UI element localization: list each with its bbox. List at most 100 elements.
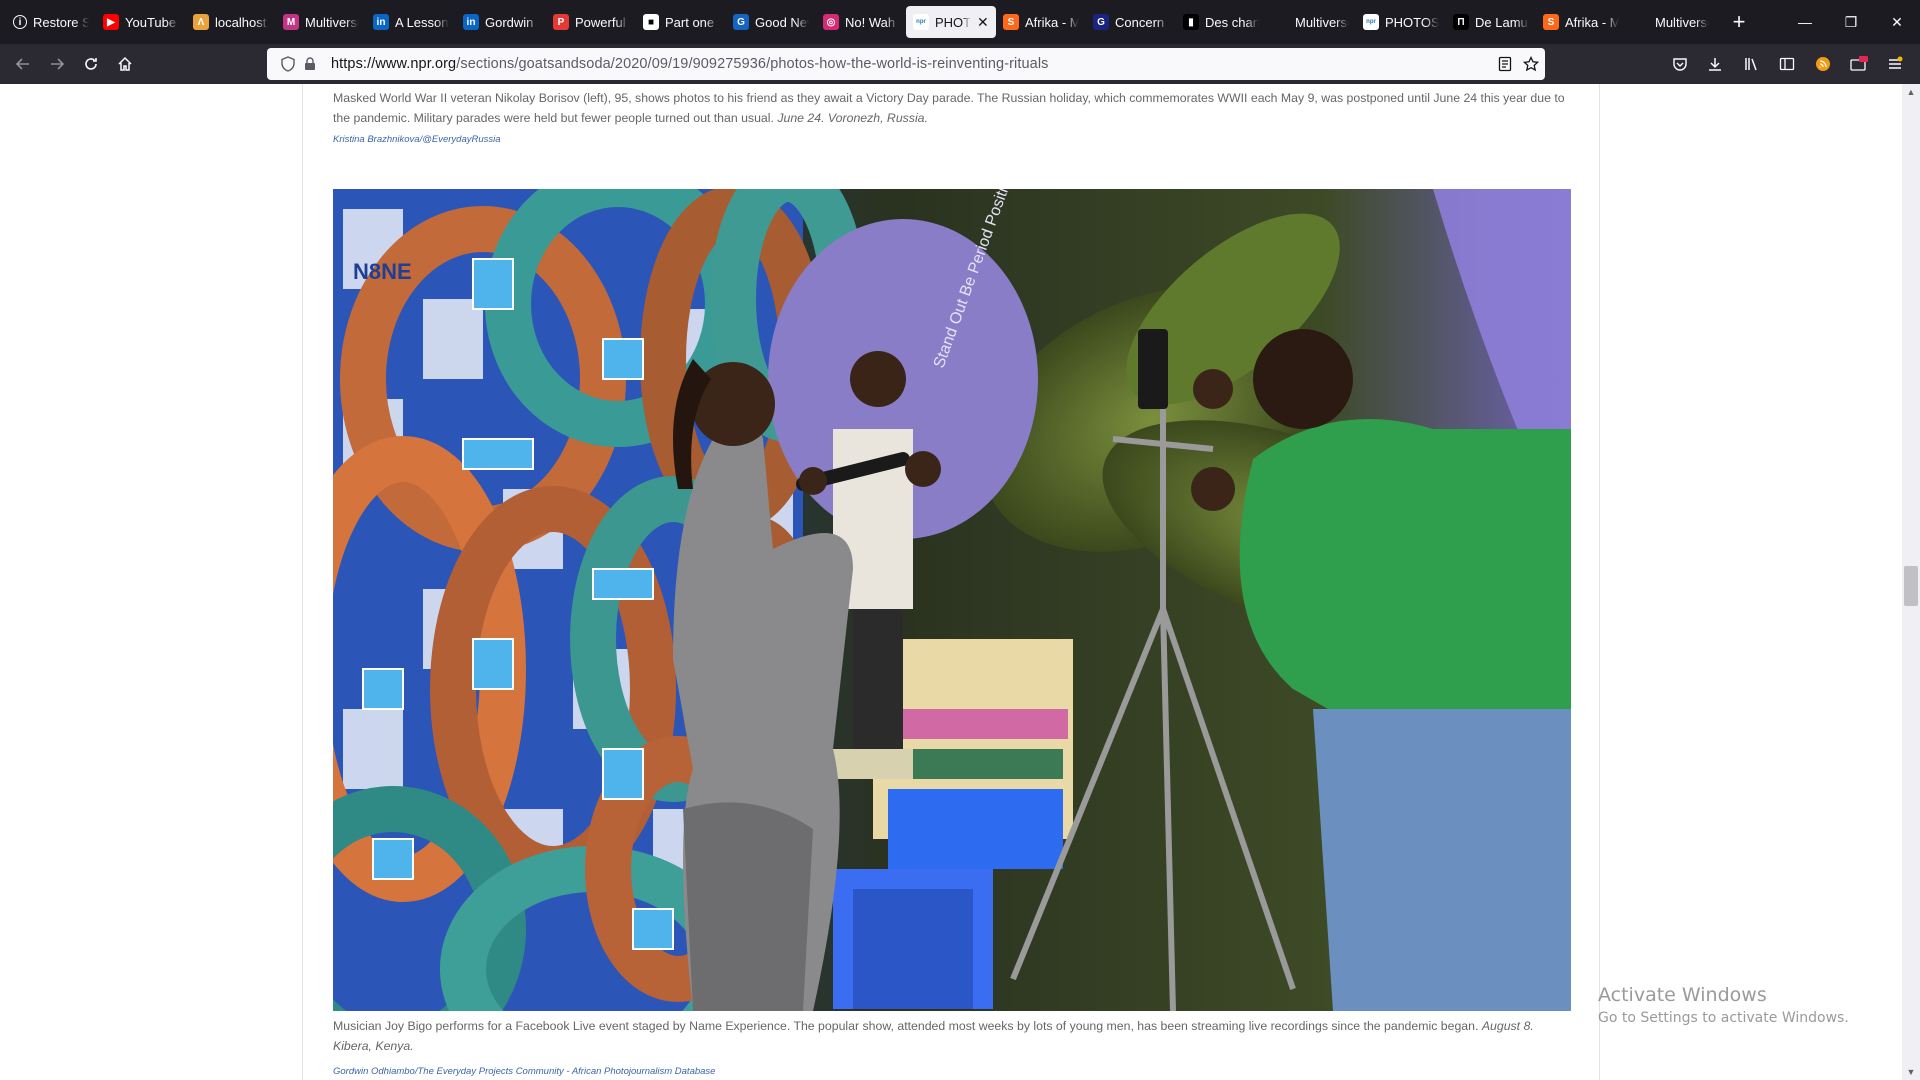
- browser-tab[interactable]: Multiverse b: [1266, 6, 1356, 38]
- browser-tab[interactable]: ▮ Des chan: [1176, 6, 1266, 38]
- tab-label: PHOTOS: [935, 14, 971, 30]
- tab-label: Afrika - M: [1565, 14, 1619, 30]
- rss-extension-icon[interactable]: [1808, 48, 1838, 80]
- restore-button[interactable]: ❐: [1828, 0, 1874, 44]
- browser-tab[interactable]: G Good News: [726, 6, 816, 38]
- photo-caption: Masked World War II veteran Nikolay Bori…: [333, 88, 1573, 128]
- close-window-button[interactable]: ✕: [1874, 0, 1920, 44]
- browser-tab[interactable]: G Concern: [1086, 6, 1176, 38]
- multiverse-icon: M: [283, 14, 299, 30]
- home-button[interactable]: [108, 48, 142, 80]
- watermark-title: Activate Windows: [1598, 984, 1767, 1006]
- powerful-icon: P: [553, 14, 569, 30]
- browser-tab[interactable]: M Multiverse: [276, 6, 366, 38]
- browser-tab[interactable]: i Restore Session: [6, 6, 96, 38]
- tab-label: Multiverse b: [1295, 14, 1349, 30]
- browser-tab[interactable]: npr PHOTOS: [1356, 6, 1446, 38]
- browser-tab[interactable]: in Gordwin: [456, 6, 546, 38]
- reload-icon: [85, 58, 97, 70]
- lock-icon[interactable]: [299, 57, 321, 71]
- concern-icon: G: [1093, 14, 1109, 30]
- browser-tab[interactable]: ▶ YouTube: [96, 6, 186, 38]
- tab-label: localhost: [215, 14, 267, 30]
- tab-label: A Lesson: [395, 14, 449, 30]
- browser-tab[interactable]: S Afrika - M: [1536, 6, 1626, 38]
- medium-icon: ▮: [1183, 14, 1199, 30]
- browser-tab[interactable]: Π De Lamu: [1446, 6, 1536, 38]
- page-icon: ■: [643, 14, 659, 30]
- url-text[interactable]: https://www.npr.org/sections/goatsandsod…: [331, 56, 1049, 72]
- tab-label: Des chan: [1205, 14, 1259, 30]
- downloads-icon[interactable]: [1700, 48, 1730, 80]
- home-icon: [118, 56, 132, 71]
- tab-label: No! Wah: [845, 14, 896, 30]
- app-menu-icon[interactable]: [1880, 48, 1910, 80]
- youtube-icon: ▶: [103, 14, 119, 30]
- npr-icon: npr: [913, 14, 929, 30]
- caption-place-date: June 24. Voronezh, Russia.: [777, 111, 928, 125]
- watermark-subtitle: Go to Settings to activate Windows.: [1598, 1010, 1849, 1026]
- tab-label: Restore Session: [33, 14, 89, 30]
- page-viewport: Masked World War II veteran Nikolay Bori…: [0, 84, 1902, 1080]
- browser-tab[interactable]: S Afrika - M: [996, 6, 1086, 38]
- substack-icon: S: [1543, 14, 1559, 30]
- blank-icon: [1273, 14, 1289, 30]
- scroll-up-arrow-icon[interactable]: ▲: [1904, 86, 1918, 98]
- browser-tab[interactable]: P Powerful: [546, 6, 636, 38]
- bookmark-star-icon[interactable]: [1521, 54, 1541, 74]
- url-path: /sections/goatsandsoda/2020/09/19/909275…: [456, 56, 1049, 72]
- library-icon[interactable]: [1736, 48, 1766, 80]
- photo-credit[interactable]: Kristina Brazhnikova/@EverydayRussia: [333, 134, 501, 145]
- photo-credit[interactable]: Gordwin Odhiambo/The Everyday Projects C…: [333, 1066, 715, 1077]
- npr-icon: npr: [1363, 14, 1379, 30]
- dl-icon: Π: [1453, 14, 1469, 30]
- browser-tab[interactable]: ■ Part one: [636, 6, 726, 38]
- substack-icon: S: [1003, 14, 1019, 30]
- reader-view-icon[interactable]: [1495, 54, 1515, 74]
- tab-label: Concern: [1115, 14, 1165, 30]
- browser-tab[interactable]: Λlocalhost: [186, 6, 276, 38]
- photo-illustration: Stand Out Be Period Positive N8NE: [333, 189, 1571, 1011]
- article-column: Masked World War II veteran Nikolay Bori…: [302, 84, 1600, 1080]
- scroll-down-arrow-icon[interactable]: ▼: [1904, 1066, 1918, 1078]
- back-button[interactable]: [6, 48, 40, 80]
- linkedin-icon: in: [373, 14, 389, 30]
- tab-label: Good News: [755, 14, 809, 30]
- minimize-button[interactable]: —: [1782, 0, 1828, 44]
- info-icon: i: [13, 15, 27, 29]
- back-arrow-icon: [15, 58, 29, 70]
- reload-button[interactable]: [74, 48, 108, 80]
- caption-text: Masked World War II veteran Nikolay Bori…: [333, 91, 1565, 125]
- browser-tab[interactable]: Multiverse b: [1626, 6, 1716, 38]
- localhost-icon: Λ: [193, 14, 209, 30]
- linkedin-icon: in: [463, 14, 479, 30]
- browser-tab[interactable]: npr PHOTOS ✕: [906, 6, 996, 38]
- goodnews-icon: G: [733, 14, 749, 30]
- browser-tab[interactable]: ◎ No! Wah: [816, 6, 906, 38]
- new-tab-button[interactable]: +: [1722, 9, 1756, 35]
- browser-tab[interactable]: in A Lesson: [366, 6, 456, 38]
- close-tab-icon[interactable]: ✕: [977, 14, 989, 31]
- photo-caption: Musician Joy Bigo performs for a Faceboo…: [333, 1016, 1573, 1056]
- pocket-icon[interactable]: [1665, 48, 1695, 80]
- address-bar[interactable]: https://www.npr.org/sections/goatsandsod…: [267, 48, 1545, 80]
- tab-label: Powerful: [575, 14, 626, 30]
- sidebar-toggle-icon[interactable]: [1772, 48, 1802, 80]
- tab-label: Gordwin: [485, 14, 534, 30]
- windows-activation-watermark: Activate Windows Go to Settings to activ…: [1598, 984, 1849, 1026]
- caption-text: Musician Joy Bigo performs for a Faceboo…: [333, 1019, 1479, 1033]
- tab-label: Multiverse b: [1655, 14, 1709, 30]
- tab-label: YouTube: [125, 14, 177, 30]
- blank-icon: [1633, 14, 1649, 30]
- brand-mark: N8NE: [353, 259, 412, 284]
- forward-button[interactable]: [40, 48, 74, 80]
- tab-label: Multiverse: [305, 14, 359, 30]
- tracking-protection-shield-icon[interactable]: [277, 56, 299, 72]
- url-domain: https://www.npr.org: [331, 56, 457, 72]
- scrollbar-thumb[interactable]: [1904, 566, 1918, 606]
- tab-label: PHOTOS: [1385, 14, 1439, 30]
- forward-arrow-icon: [51, 58, 65, 70]
- tab-label: De Lamu: [1475, 14, 1528, 30]
- instagram-icon: ◎: [823, 14, 839, 30]
- extension-badge-icon[interactable]: [1844, 48, 1874, 80]
